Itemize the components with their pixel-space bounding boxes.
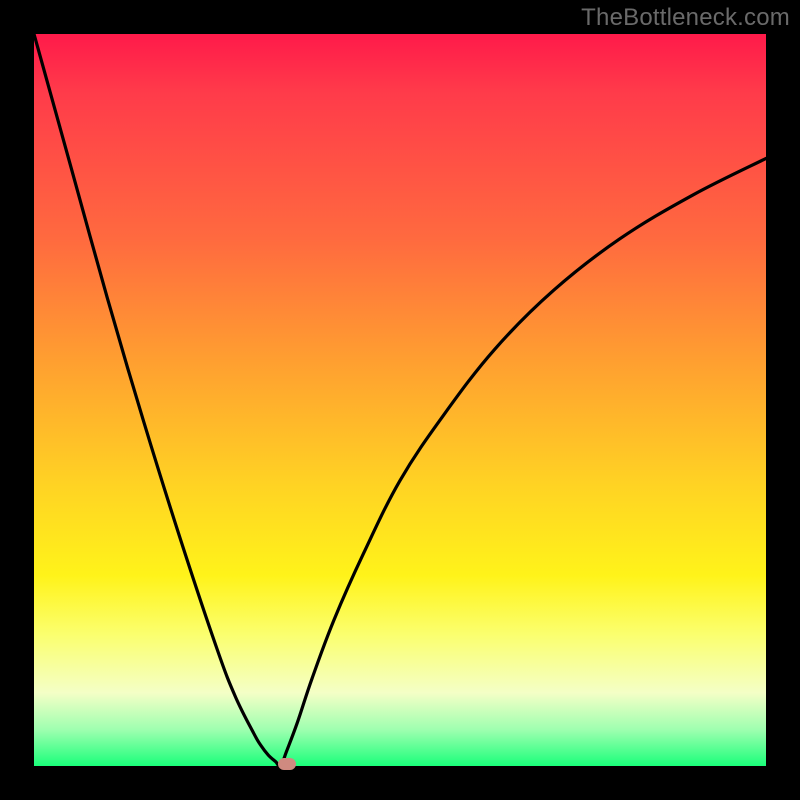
optimum-marker xyxy=(278,758,296,770)
bottleneck-curve xyxy=(34,34,766,766)
plot-area xyxy=(34,34,766,766)
chart-stage: TheBottleneck.com xyxy=(0,0,800,800)
attribution-text: TheBottleneck.com xyxy=(581,4,790,32)
